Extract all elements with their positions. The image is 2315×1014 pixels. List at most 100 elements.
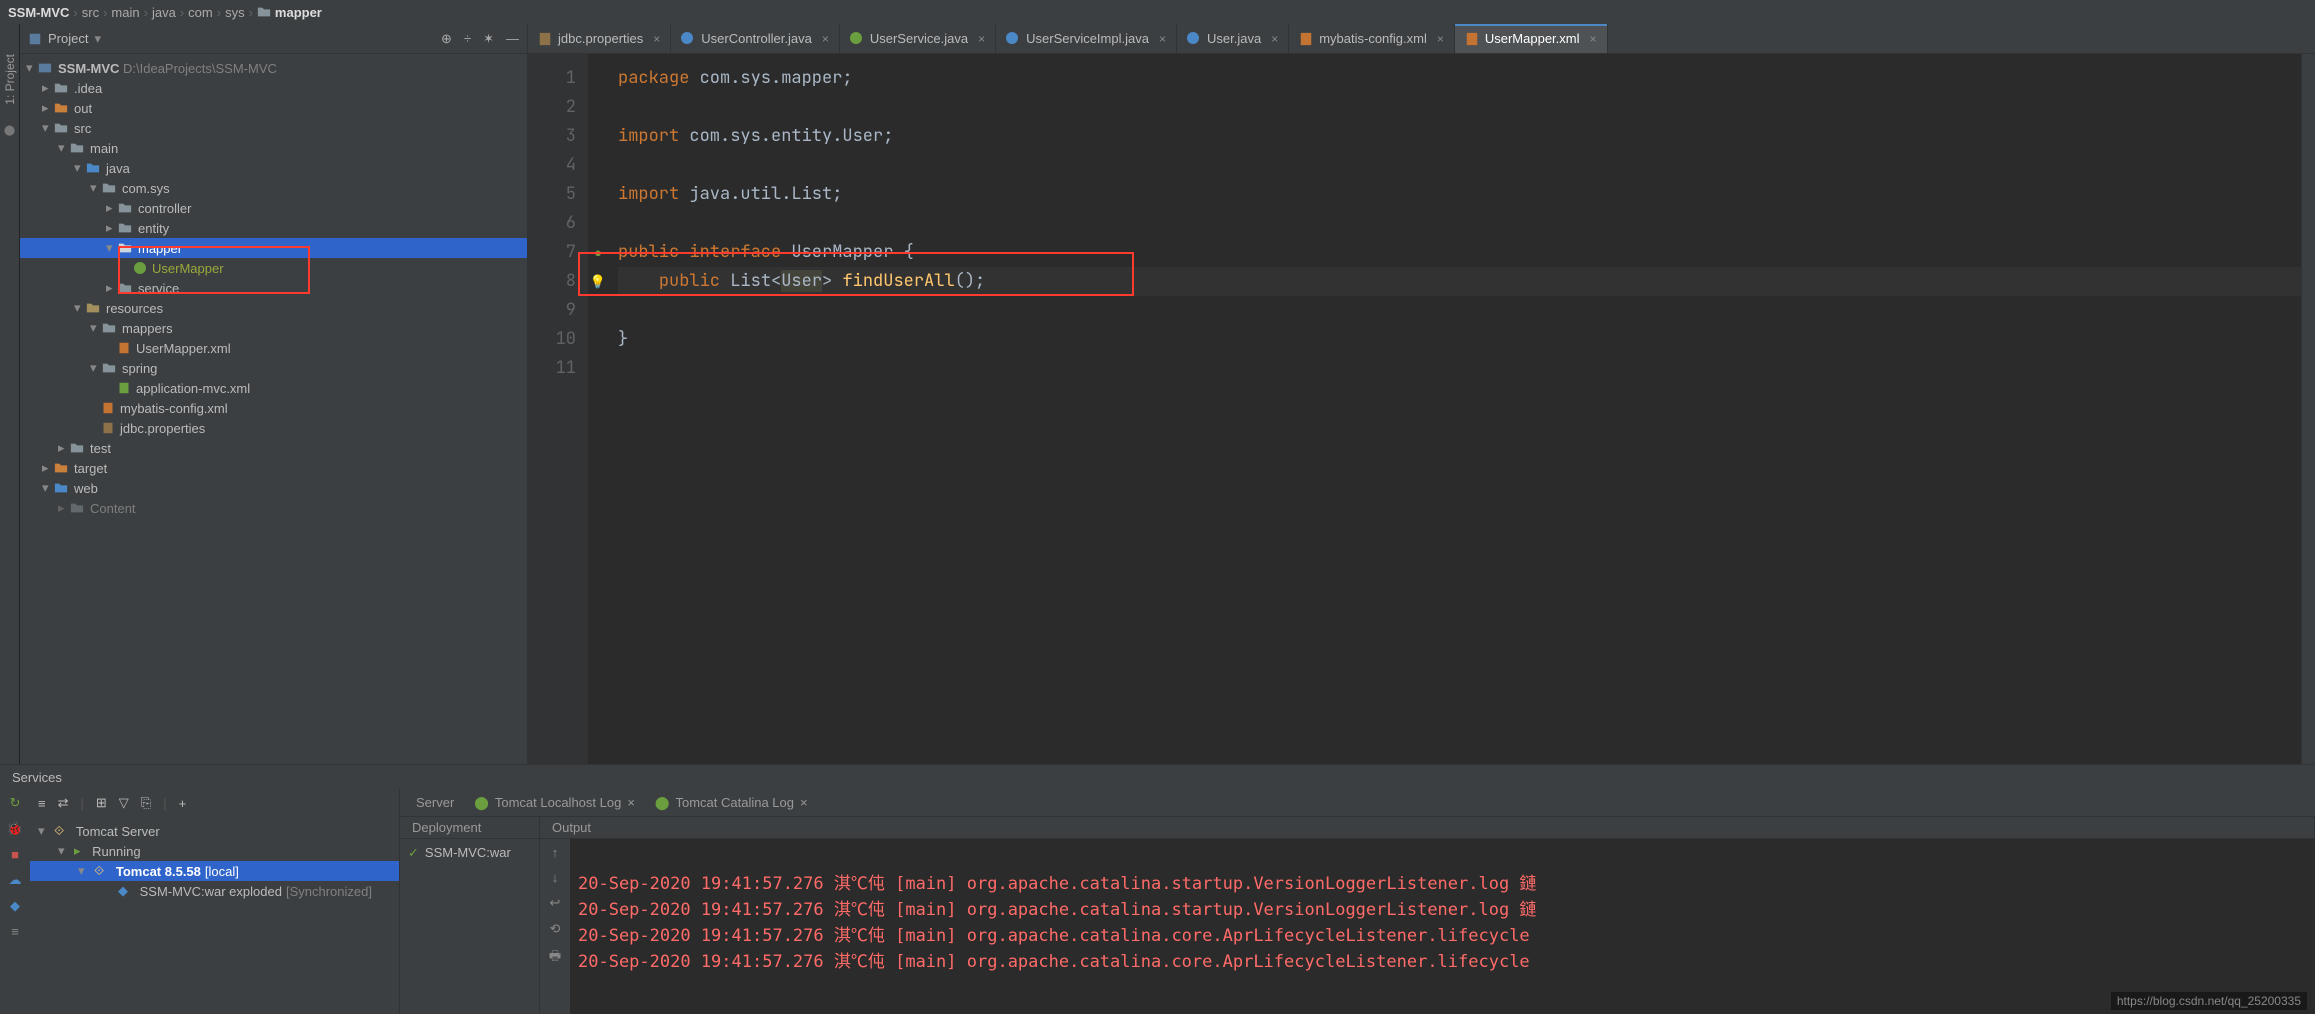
project-tree[interactable]: SSM-MVC D:\IdeaProjects\SSM-MVC .idea ou… (20, 54, 527, 764)
project-panel: Project▾ ⊕ ÷ ✶ — SSM-MVC D:\IdeaProjects… (20, 24, 528, 764)
tree-mybatis[interactable]: mybatis-config.xml (20, 398, 527, 418)
crumb-2[interactable]: main (111, 5, 139, 20)
editor-area: jdbc.properties× UserController.java× Us… (528, 24, 2315, 764)
tree-entity[interactable]: entity (20, 218, 527, 238)
services-tool5[interactable]: ⎘ (141, 795, 151, 811)
tree-test[interactable]: test (20, 438, 527, 458)
code[interactable]: package com.sys.mapper; import com.sys.e… (588, 54, 2301, 764)
services-title[interactable]: Services (12, 770, 62, 785)
wrap-icon[interactable]: ↩ (550, 895, 561, 911)
tree-root[interactable]: SSM-MVC D:\IdeaProjects\SSM-MVC (20, 58, 527, 78)
close-icon[interactable]: × (822, 32, 829, 46)
services-tree-col: ≡ ⇄ | ⊞ ▽ ⎘ | + ⟐ Tomcat Server ▸ Runnin… (30, 789, 400, 1014)
running-node[interactable]: ▸ Running (30, 841, 399, 861)
breadcrumb-bar: SSM-MVC ›src ›main ›java ›com ›sys ›mapp… (0, 0, 2315, 24)
tree-controller[interactable]: controller (20, 198, 527, 218)
editor-right-strip (2301, 54, 2315, 764)
sync-icon[interactable]: ◆ (10, 898, 20, 914)
services-tool4[interactable]: ▽ (119, 795, 129, 811)
tab-user[interactable]: User.java× (1177, 24, 1289, 53)
tree-jdbc[interactable]: jdbc.properties (20, 418, 527, 438)
tree-usermapperxml[interactable]: UserMapper.xml (20, 338, 527, 358)
crumb-6[interactable]: mapper (275, 5, 322, 20)
up-icon[interactable]: ↑ (552, 845, 559, 860)
locate-icon[interactable]: ⊕ (441, 31, 452, 47)
tree-service[interactable]: service (20, 278, 527, 298)
tab-userserviceimpl[interactable]: UserServiceImpl.java× (996, 24, 1177, 53)
tree-out[interactable]: out (20, 98, 527, 118)
tab-userservice[interactable]: UserService.java× (840, 24, 996, 53)
crumb-3[interactable]: java (152, 5, 176, 20)
expand-icon[interactable]: ÷ (464, 31, 471, 47)
crumb-0[interactable]: SSM-MVC (8, 5, 69, 20)
project-title[interactable]: Project (48, 31, 88, 46)
tree-main[interactable]: main (20, 138, 527, 158)
gear-icon[interactable]: ✶ (483, 31, 494, 47)
watermark: https://blog.csdn.net/qq_25200335 (2111, 992, 2307, 1010)
tab-bar: jdbc.properties× UserController.java× Us… (528, 24, 2315, 54)
services-tool1[interactable]: ≡ (38, 796, 46, 811)
close-icon[interactable]: × (1159, 32, 1166, 46)
services-run-icons: ↻ 🐞 ■ ☁ ◆ ≡ (0, 789, 30, 1014)
stop-icon[interactable]: ■ (11, 847, 19, 862)
close-icon[interactable]: × (978, 32, 985, 46)
tree-web[interactable]: web (20, 478, 527, 498)
console-cols: Deployment Output (400, 817, 2315, 839)
close-icon[interactable]: × (653, 32, 660, 46)
gutter: 1234 5678 91011 (528, 54, 588, 764)
tab-server[interactable]: Server (416, 795, 454, 810)
project-header: Project▾ ⊕ ÷ ✶ — (20, 24, 527, 54)
tree-content[interactable]: Content (20, 498, 527, 518)
down-icon[interactable]: ↓ (552, 870, 559, 885)
col-deployment: Deployment (400, 817, 540, 838)
tab-jdbc[interactable]: jdbc.properties× (528, 24, 671, 53)
tree-resources[interactable]: resources (20, 298, 527, 318)
tree-src[interactable]: src (20, 118, 527, 138)
output-text[interactable]: 20-Sep-2020 19:41:57.276 淇℃伅 [main] org.… (570, 839, 2315, 1014)
close-icon[interactable]: × (1437, 32, 1444, 46)
more-icon[interactable]: ≡ (11, 924, 19, 939)
hide-icon[interactable]: — (506, 31, 519, 47)
print-icon[interactable]: 🖶 (549, 947, 561, 969)
tomcat-instance[interactable]: ⟐ Tomcat 8.5.58 [local] (30, 861, 399, 881)
softwrap-icon[interactable]: ⟲ (550, 921, 561, 937)
tab-localhost-log[interactable]: ⬤Tomcat Localhost Log× (474, 795, 635, 811)
tree-spring[interactable]: spring (20, 358, 527, 378)
rerun-icon[interactable]: ↻ (10, 795, 21, 811)
tree-usermapper[interactable]: UserMapper (20, 258, 527, 278)
output-toolbar: ↑ ↓ ↩ ⟲ 🖶 (540, 839, 570, 1014)
services-tool2[interactable]: ⇄ (58, 795, 69, 811)
tree-mapper[interactable]: mapper (20, 238, 527, 258)
editor-body[interactable]: 1234 5678 91011 ● 💡 package com.sys.mapp… (528, 54, 2315, 764)
left-gutter: 1: Project ⬤ (0, 24, 20, 764)
console-tabs: Server ⬤Tomcat Localhost Log× ⬤Tomcat Ca… (400, 789, 2315, 817)
services-tree[interactable]: ⟐ Tomcat Server ▸ Running ⟐ Tomcat 8.5.5… (30, 817, 399, 1014)
crumb-1[interactable]: src (82, 5, 99, 20)
services-console: Server ⬤Tomcat Localhost Log× ⬤Tomcat Ca… (400, 789, 2315, 1014)
project-tool-button[interactable]: 1: Project (3, 54, 17, 105)
close-icon[interactable]: × (1590, 32, 1597, 46)
crumb-4[interactable]: com (188, 5, 213, 20)
tomcat-server-node[interactable]: ⟐ Tomcat Server (30, 821, 399, 841)
tab-mybatisconfig[interactable]: mybatis-config.xml× (1289, 24, 1455, 53)
tree-java[interactable]: java (20, 158, 527, 178)
tree-appmvcxml[interactable]: application-mvc.xml (20, 378, 527, 398)
crumb-5[interactable]: sys (225, 5, 245, 20)
tab-catalina-log[interactable]: ⬤Tomcat Catalina Log× (655, 795, 808, 811)
col-output: Output (540, 817, 2315, 838)
services-toolbar: ≡ ⇄ | ⊞ ▽ ⎘ | + (30, 789, 399, 817)
services-panel: Services ↻ 🐞 ■ ☁ ◆ ≡ ≡ ⇄ | ⊞ ▽ ⎘ | + ⟐ T… (0, 764, 2315, 1014)
services-tool6[interactable]: + (179, 796, 187, 811)
tab-usermapperxml[interactable]: UserMapper.xml× (1455, 24, 1608, 53)
tree-target[interactable]: target (20, 458, 527, 478)
tree-comsys[interactable]: com.sys (20, 178, 527, 198)
tree-mappers[interactable]: mappers (20, 318, 527, 338)
deployment-item[interactable]: ✓SSM-MVC:war (400, 839, 540, 1014)
services-tool3[interactable]: ⊞ (96, 795, 107, 811)
tree-idea[interactable]: .idea (20, 78, 527, 98)
publish-icon[interactable]: ☁ (9, 872, 22, 888)
close-icon[interactable]: × (1271, 32, 1278, 46)
war-node[interactable]: ◆ SSM-MVC:war exploded [Synchronized] (30, 881, 399, 901)
debug-icon[interactable]: 🐞 (7, 821, 23, 837)
tab-usercontroller[interactable]: UserController.java× (671, 24, 840, 53)
